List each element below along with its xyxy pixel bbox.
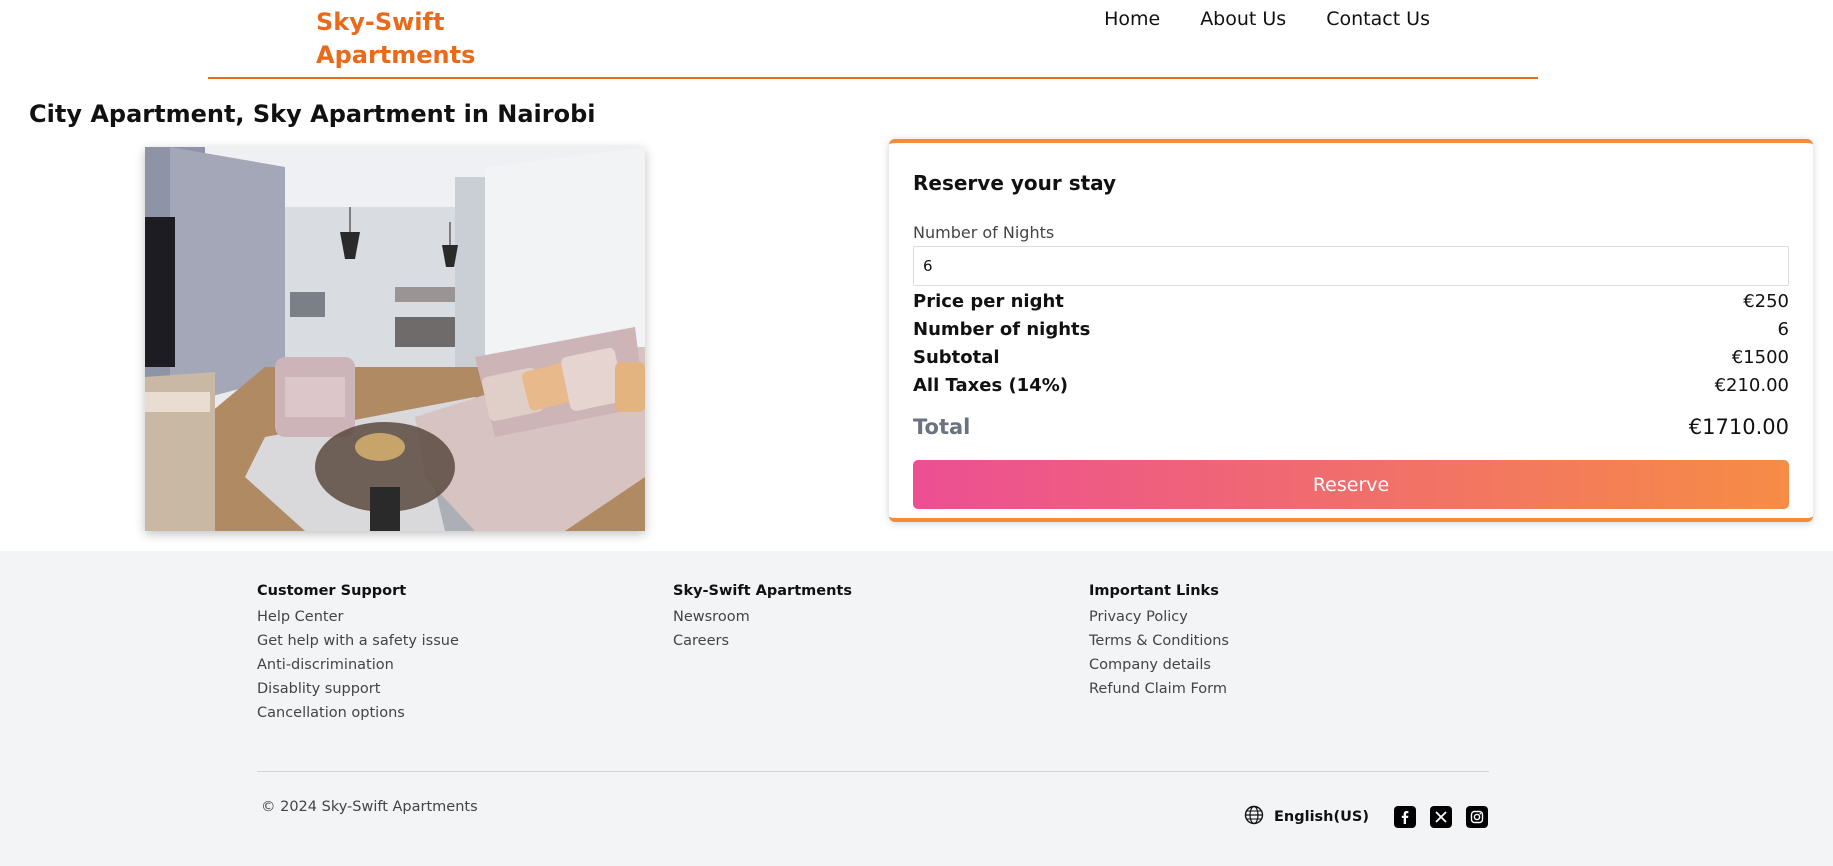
apartment-photo bbox=[145, 147, 645, 531]
footer-link-cancellation-options[interactable]: Cancellation options bbox=[257, 701, 459, 725]
footer-column-customer-support: Customer Support Help Center Get help wi… bbox=[257, 583, 459, 725]
page-title: City Apartment, Sky Apartment in Nairobi bbox=[29, 100, 596, 128]
footer-link-refund-claim-form[interactable]: Refund Claim Form bbox=[1089, 677, 1229, 701]
globe-icon bbox=[1244, 805, 1264, 829]
nights-input[interactable] bbox=[913, 246, 1789, 286]
footer-column-important-links: Important Links Privacy Policy Terms & C… bbox=[1089, 583, 1229, 701]
main-nav: Home About Us Contact Us bbox=[1104, 8, 1430, 30]
copyright-text: © 2024 Sky-Swift Apartments bbox=[261, 799, 478, 815]
social-links bbox=[1394, 806, 1488, 828]
footer-link-disability-support[interactable]: Disablity support bbox=[257, 677, 459, 701]
row-value: €1500 bbox=[1731, 347, 1789, 368]
number-of-nights-row: Number of nights 6 bbox=[913, 319, 1789, 340]
site-footer: Customer Support Help Center Get help wi… bbox=[0, 551, 1833, 866]
price-per-night-row: Price per night €250 bbox=[913, 291, 1789, 312]
reserve-card: Reserve your stay Number of Nights Price… bbox=[889, 139, 1813, 522]
footer-divider bbox=[257, 771, 1489, 772]
footer-link-safety-issue[interactable]: Get help with a safety issue bbox=[257, 629, 459, 653]
footer-link-privacy-policy[interactable]: Privacy Policy bbox=[1089, 605, 1229, 629]
nav-home[interactable]: Home bbox=[1104, 8, 1160, 30]
taxes-row: All Taxes (14%) €210.00 bbox=[913, 375, 1789, 396]
total-row: Total €1710.00 bbox=[913, 415, 1789, 439]
language-label: English(US) bbox=[1274, 809, 1369, 825]
nav-about-us[interactable]: About Us bbox=[1200, 8, 1286, 30]
facebook-icon[interactable] bbox=[1394, 806, 1416, 828]
site-header: Sky-Swift Apartments Home About Us Conta… bbox=[208, 0, 1538, 79]
footer-link-newsroom[interactable]: Newsroom bbox=[673, 605, 852, 629]
instagram-icon[interactable] bbox=[1466, 806, 1488, 828]
row-value: €250 bbox=[1743, 291, 1789, 312]
footer-link-anti-discrimination[interactable]: Anti-discrimination bbox=[257, 653, 459, 677]
row-label: Number of nights bbox=[913, 319, 1091, 340]
footer-column-title: Customer Support bbox=[257, 583, 407, 599]
row-label: Subtotal bbox=[913, 347, 1000, 368]
footer-link-careers[interactable]: Careers bbox=[673, 629, 852, 653]
total-label: Total bbox=[913, 415, 971, 439]
footer-column-company: Sky-Swift Apartments Newsroom Careers bbox=[673, 583, 852, 653]
footer-column-title: Sky-Swift Apartments bbox=[673, 583, 852, 599]
nights-label: Number of Nights bbox=[913, 223, 1055, 242]
footer-link-help-center[interactable]: Help Center bbox=[257, 605, 459, 629]
total-value: €1710.00 bbox=[1688, 415, 1789, 439]
x-icon[interactable] bbox=[1430, 806, 1452, 828]
language-selector[interactable]: English(US) bbox=[1244, 805, 1369, 829]
footer-link-terms-conditions[interactable]: Terms & Conditions bbox=[1089, 629, 1229, 653]
row-value: €210.00 bbox=[1714, 375, 1789, 396]
reserve-button[interactable]: Reserve bbox=[913, 460, 1789, 509]
site-logo[interactable]: Sky-Swift Apartments bbox=[316, 6, 476, 72]
subtotal-row: Subtotal €1500 bbox=[913, 347, 1789, 368]
footer-column-title: Important Links bbox=[1089, 583, 1219, 599]
footer-link-company-details[interactable]: Company details bbox=[1089, 653, 1229, 677]
row-label: Price per night bbox=[913, 291, 1064, 312]
reserve-card-title: Reserve your stay bbox=[913, 171, 1117, 195]
row-value: 6 bbox=[1777, 319, 1789, 340]
row-label: All Taxes (14%) bbox=[913, 375, 1068, 396]
nav-contact-us[interactable]: Contact Us bbox=[1326, 8, 1430, 30]
